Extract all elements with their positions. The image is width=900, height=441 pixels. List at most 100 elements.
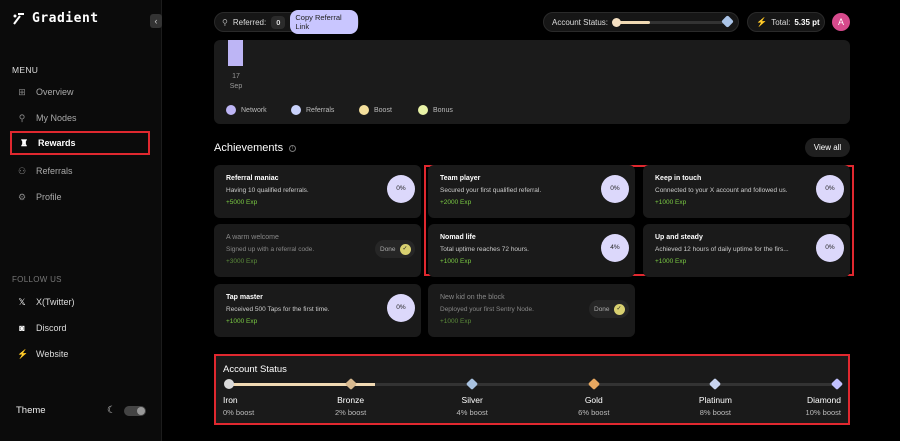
tier-name-silver: Silver [461, 395, 483, 405]
person-icon: ⚲ [222, 17, 228, 27]
rewards-icon: ♜ [19, 138, 29, 148]
tier-name-gold: Gold [584, 395, 603, 405]
achievement-title: Nomad life [440, 234, 476, 241]
x-tick-day: 17 [232, 73, 240, 80]
achievement-title: A warm welcome [226, 234, 279, 241]
chevron-left-icon: ‹ [154, 16, 158, 26]
silver-tier-icon [466, 377, 479, 391]
sidebar-item-label: Rewards [38, 138, 76, 148]
achievement-exp: +1000 Exp [226, 318, 258, 325]
tier-boost-silver: 4% boost [456, 408, 488, 417]
legend-network[interactable]: Network [226, 105, 267, 115]
avatar[interactable]: A [832, 13, 850, 31]
achievement-card-a-warm-welcome[interactable]: A warm welcome Signed up with a referral… [214, 224, 421, 277]
legend-swatch-network [226, 105, 236, 115]
referred-pill: ⚲ Referred: 0 Copy Referral Link [214, 10, 359, 34]
legend-bonus[interactable]: Bonus [418, 105, 453, 115]
achievement-progress-badge: 0% [601, 175, 629, 203]
achievement-title: Tap master [226, 294, 263, 301]
tier-boost-iron: 0% boost [223, 408, 255, 417]
achievement-progress-badge: 0% [816, 175, 844, 203]
sidebar-item-label: Overview [36, 87, 74, 97]
total-value: 5.35 pt [794, 17, 820, 27]
achievement-card-tap-master[interactable]: Tap master Received 500 Taps for the fir… [214, 284, 421, 337]
sidebar-item-referrals[interactable]: ⚇ Referrals [10, 159, 150, 183]
achievement-title: Keep in touch [655, 175, 702, 182]
x-tick-month: Sep [229, 83, 243, 90]
sidebar-item-profile[interactable]: ⚙ Profile [10, 185, 150, 209]
achievement-card-team-player[interactable]: Team player Secured your first qualified… [428, 165, 635, 218]
achievements-heading: Achievements i [214, 142, 297, 154]
moon-icon: ☾ [107, 405, 116, 416]
account-status-panel: Account Status Iron 0% boost Bronze 2% boos… [214, 354, 850, 425]
platinum-tier-icon [709, 377, 722, 391]
legend-label: Bonus [433, 106, 453, 114]
sidebar-item-my-nodes[interactable]: ⚲ My Nodes [10, 106, 150, 130]
total-points-pill: ⚡ Total: 5.35 pt [747, 12, 825, 32]
legend-referrals[interactable]: Referrals [291, 105, 334, 115]
sidebar-item-label: Referrals [36, 166, 73, 176]
points-icon: ⚡ [756, 16, 768, 27]
achievement-progress-badge: 0% [387, 175, 415, 203]
collapse-sidebar-button[interactable]: ‹ [150, 14, 162, 28]
achievement-exp: +1000 Exp [440, 318, 472, 325]
profile-icon: ⚙ [17, 192, 27, 202]
website-icon: ⚡ [17, 349, 29, 359]
legend-boost[interactable]: Boost [359, 105, 392, 115]
achievement-exp: +3000 Exp [226, 258, 258, 265]
social-link-website[interactable]: ⚡ Website [10, 342, 150, 366]
account-status-pill[interactable]: Account Status: [543, 12, 739, 32]
view-all-button[interactable]: View all [805, 138, 850, 157]
achievement-desc: Achieved 12 hours of daily uptime for th… [655, 246, 789, 253]
achievement-title: Referral maniac [226, 175, 279, 182]
achievement-card-referral-maniac[interactable]: Referral maniac Having 10 qualified refe… [214, 165, 421, 218]
iron-tier-icon [224, 379, 234, 389]
check-icon: ✓ [399, 243, 411, 255]
achievement-title: Team player [440, 175, 481, 182]
achievement-exp: +1000 Exp [655, 199, 687, 206]
gold-tier-icon [587, 377, 600, 391]
total-label: Total: [771, 17, 791, 27]
iron-tier-icon [612, 18, 621, 27]
achievement-card-keep-in-touch[interactable]: Keep in touch Connected to your X accoun… [643, 165, 850, 218]
achievement-desc: Signed up with a referral code. [226, 246, 315, 253]
theme-toggle[interactable] [124, 405, 146, 416]
achievement-title: New kid on the block [440, 294, 505, 301]
legend-label: Network [241, 106, 267, 114]
theme-label: Theme [16, 405, 46, 416]
account-status-title: Account Status [223, 364, 287, 375]
info-icon[interactable]: i [289, 144, 297, 152]
tier-name-bronze: Bronze [337, 395, 365, 405]
sidebar-item-overview[interactable]: ⊞ Overview [10, 80, 150, 104]
app-name: Gradient [32, 11, 99, 26]
social-link-x-twitter[interactable]: 𝕏 X(Twitter) [10, 290, 150, 314]
app-logo[interactable]: Gradient [12, 11, 99, 26]
achievement-card-up-and-steady[interactable]: Up and steady Achieved 12 hours of daily… [643, 224, 850, 277]
silver-tier-icon [721, 15, 734, 28]
social-link-label: X(Twitter) [36, 297, 75, 307]
discord-icon: ◙ [19, 323, 25, 333]
achievement-card-nomad-life[interactable]: Nomad life Total uptime reaches 72 hours… [428, 224, 635, 277]
achievement-exp: +1000 Exp [440, 258, 472, 265]
social-link-label: Discord [36, 323, 67, 333]
achievement-card-new-kid-on-the-block[interactable]: New kid on the block Deployed your first… [428, 284, 635, 337]
done-label: Done [380, 245, 396, 253]
tier-name-diamond: Diamond [806, 395, 841, 405]
achievement-exp: +1000 Exp [655, 258, 687, 265]
rewards-chart: 17 Sep Network Referrals Boost Bonus [214, 40, 850, 124]
account-status-progress-track [612, 18, 724, 27]
achievement-title: Up and steady [655, 234, 703, 241]
sidebar-item-label: My Nodes [36, 113, 77, 123]
bronze-tier-icon [344, 377, 357, 391]
sidebar-item-rewards[interactable]: ♜ Rewards [10, 131, 150, 155]
achievement-desc: Total uptime reaches 72 hours. [440, 246, 529, 253]
achievement-exp: +5000 Exp [226, 199, 258, 206]
x-twitter-icon: 𝕏 [18, 297, 26, 307]
legend-label: Referrals [306, 106, 335, 114]
legend-swatch-referrals [291, 105, 301, 115]
achievement-progress-badge: 4% [601, 234, 629, 262]
account-status-track [229, 383, 837, 386]
social-link-discord[interactable]: ◙ Discord [10, 316, 150, 340]
copy-referral-link-button[interactable]: Copy Referral Link [290, 10, 358, 34]
achievements-title: Achievements [214, 142, 284, 154]
